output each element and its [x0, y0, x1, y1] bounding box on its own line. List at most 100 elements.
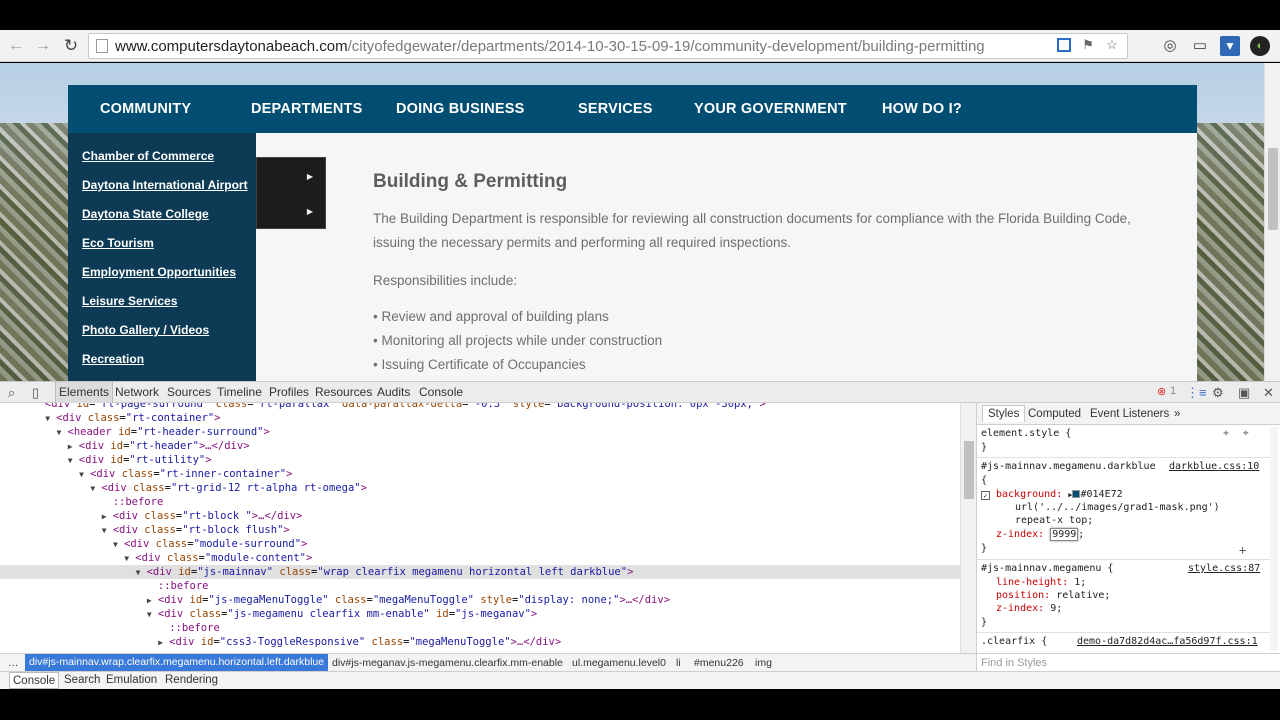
- translate-icon[interactable]: ⚑: [1081, 38, 1095, 52]
- page-scrollbar[interactable]: [1264, 63, 1280, 381]
- dom-node-row[interactable]: ▼ <div id="js-mainnav" class="wrap clearf…: [0, 565, 960, 579]
- drawer-tab-console[interactable]: Console: [9, 672, 60, 689]
- add-property-icon[interactable]: +: [1239, 543, 1246, 557]
- dom-node-row[interactable]: ▼ <div class="module-surround">: [0, 537, 960, 551]
- dom-node-row[interactable]: ::before: [0, 495, 960, 509]
- expand-triangle-icon[interactable]: ▶: [147, 594, 158, 608]
- tab-computed[interactable]: Computed: [1028, 408, 1081, 420]
- breadcrumb-item[interactable]: div#js-mainnav.wrap.clearfix.megamenu.ho…: [25, 654, 329, 671]
- dom-node-row[interactable]: ▼ <div class="rt-inner-container">: [0, 467, 960, 481]
- tab-network[interactable]: Network: [115, 385, 159, 399]
- breadcrumb-item[interactable]: …: [8, 657, 19, 669]
- tab-console[interactable]: Console: [419, 385, 463, 399]
- breadcrumb-item[interactable]: li: [676, 657, 681, 669]
- source-link[interactable]: demo-da7d82d4ac…fa56d97f.css:1: [1077, 636, 1258, 647]
- drawer-tab-rendering[interactable]: Rendering: [165, 674, 218, 686]
- nav-your-government[interactable]: YOUR GOVERNMENT: [694, 85, 847, 133]
- collapse-triangle-icon[interactable]: ▼: [45, 412, 56, 426]
- address-bar[interactable]: www.computersdaytonabeach.com/cityofedge…: [88, 33, 1128, 59]
- tab-event-listeners[interactable]: Event Listeners: [1090, 408, 1169, 420]
- breadcrumb-item[interactable]: #menu226: [694, 657, 744, 669]
- star-icon[interactable]: ☆: [1105, 38, 1119, 52]
- nav-services[interactable]: SERVICES: [578, 85, 653, 133]
- extension-icon[interactable]: [1057, 38, 1071, 52]
- inspect-icon[interactable]: ⌕: [8, 385, 15, 401]
- property-value[interactable]: #014E72: [1080, 489, 1122, 500]
- collapse-triangle-icon[interactable]: ▼: [136, 566, 147, 580]
- tab-profiles[interactable]: Profiles: [269, 385, 309, 399]
- cast-icon[interactable]: ▭: [1190, 36, 1210, 56]
- submenu-item[interactable]: Recreation: [82, 352, 144, 366]
- add-rule-icon[interactable]: +: [1223, 428, 1229, 439]
- tab-audits[interactable]: Audits: [377, 385, 410, 399]
- dom-node-row[interactable]: ▼ <div class="rt-block flush">: [0, 523, 960, 537]
- tab-resources[interactable]: Resources: [315, 385, 372, 399]
- submenu-item[interactable]: Daytona State College: [82, 207, 209, 221]
- back-button[interactable]: ←: [6, 36, 26, 56]
- collapse-triangle-icon[interactable]: ▼: [68, 454, 79, 468]
- chat-icon[interactable]: ◎: [1160, 36, 1180, 56]
- nav-departments[interactable]: DEPARTMENTS: [251, 85, 363, 133]
- expand-triangle-icon[interactable]: ▶: [158, 636, 169, 650]
- dom-node-row[interactable]: <div id="rt-page-surround" class="rt-par…: [0, 403, 960, 411]
- property-name[interactable]: z-index:: [996, 529, 1044, 540]
- styles-scrollbar[interactable]: [1270, 427, 1278, 651]
- close-icon[interactable]: ✕: [1263, 385, 1274, 401]
- dom-node-row[interactable]: ▶ <div id="js-megaMenuToggle" class="mega…: [0, 593, 960, 607]
- submenu-item[interactable]: Daytona International Airport: [82, 178, 248, 192]
- collapse-triangle-icon[interactable]: ▼: [147, 608, 158, 622]
- property-value[interactable]: 1;: [1074, 577, 1086, 588]
- property-value[interactable]: relative;: [1056, 590, 1110, 601]
- toggle-state-icon[interactable]: ⌖: [1243, 428, 1249, 439]
- nav-community[interactable]: COMMUNITY: [100, 85, 191, 133]
- submenu-item[interactable]: Chamber of Commerce: [82, 149, 214, 163]
- nav-how-do-i[interactable]: HOW DO I?: [882, 85, 962, 133]
- find-in-styles-input[interactable]: Find in Styles: [976, 653, 1280, 671]
- collapse-triangle-icon[interactable]: ▼: [90, 482, 101, 496]
- collapse-triangle-icon[interactable]: ▼: [124, 552, 135, 566]
- collapse-triangle-icon[interactable]: ▼: [57, 426, 68, 440]
- property-name[interactable]: line-height:: [996, 577, 1068, 588]
- collapse-triangle-icon[interactable]: ▼: [79, 468, 90, 482]
- dom-node-row[interactable]: ▼ <div class="rt-grid-12 rt-alpha rt-omeg…: [0, 481, 960, 495]
- dom-node-row[interactable]: ::before: [0, 579, 960, 593]
- collapse-triangle-icon[interactable]: ▼: [102, 524, 113, 538]
- url-text[interactable]: www.computersdaytonabeach.com/cityofedge…: [115, 38, 985, 55]
- property-name[interactable]: z-index:: [996, 603, 1044, 614]
- dom-node-row[interactable]: ▼ <div class="module-content">: [0, 551, 960, 565]
- nav-doing-business[interactable]: DOING BUSINESS: [396, 85, 525, 133]
- chevron-right-icon[interactable]: ▶: [307, 172, 313, 181]
- submenu-item[interactable]: Leisure Services: [82, 294, 177, 308]
- submenu-item[interactable]: Photo Gallery / Videos: [82, 323, 209, 337]
- drawer-tab-emulation[interactable]: Emulation: [106, 674, 157, 686]
- dom-node-row[interactable]: ▼ <div class="js-megamenu clearfix mm-ena…: [0, 607, 960, 621]
- property-value[interactable]: repeat-x top;: [1015, 515, 1093, 526]
- submenu-item[interactable]: Employment Opportunities: [82, 265, 236, 279]
- submenu-item[interactable]: Eco Tourism: [82, 236, 154, 250]
- tab-timeline[interactable]: Timeline: [217, 385, 262, 399]
- property-checkbox[interactable]: ✓: [981, 489, 990, 500]
- reload-button[interactable]: ↻: [61, 36, 81, 56]
- tab-overflow[interactable]: »: [1174, 408, 1180, 420]
- expand-triangle-icon[interactable]: ▶: [102, 510, 113, 524]
- tab-elements[interactable]: Elements: [55, 382, 114, 403]
- drawer-toggle-icon[interactable]: ⋮≡: [1186, 385, 1207, 401]
- property-value[interactable]: 9;: [1050, 603, 1062, 614]
- device-mode-icon[interactable]: ▯: [32, 385, 39, 401]
- download-icon[interactable]: ▼: [1220, 36, 1240, 56]
- dom-node-row[interactable]: ▼ <div id="rt-utility">: [0, 453, 960, 467]
- source-link[interactable]: style.css:87: [1188, 563, 1260, 574]
- dom-tree[interactable]: <div id="rt-page-surround" class="rt-par…: [0, 403, 960, 653]
- dom-node-row[interactable]: ▶ <div class="rt-block ">…</div>: [0, 509, 960, 523]
- tab-sources[interactable]: Sources: [167, 385, 211, 399]
- property-value[interactable]: url('../../images/grad1-mask.png'): [1015, 502, 1220, 513]
- property-value-editor[interactable]: 9999: [1050, 528, 1079, 541]
- dark-mode-icon[interactable]: ◐: [1250, 36, 1270, 56]
- dom-node-row[interactable]: ▼ <div class="rt-container">: [0, 411, 960, 425]
- gear-icon[interactable]: ⚙: [1212, 385, 1224, 401]
- dom-node-row[interactable]: ::before: [0, 621, 960, 635]
- property-name[interactable]: background:: [996, 489, 1062, 500]
- breadcrumb-item[interactable]: img: [755, 657, 772, 669]
- scrollbar-thumb[interactable]: [1268, 148, 1278, 230]
- expand-triangle-icon[interactable]: ▶: [68, 440, 79, 454]
